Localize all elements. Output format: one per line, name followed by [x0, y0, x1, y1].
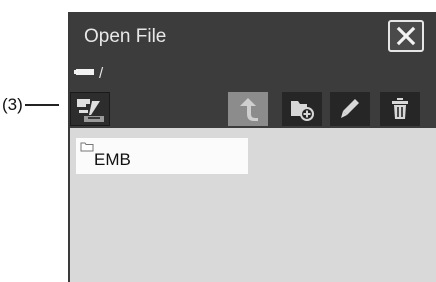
open-file-dialog: Open File / EMB — [68, 12, 436, 282]
callout-label: (3) — [2, 95, 23, 114]
pencil-icon — [341, 99, 359, 118]
path-bar: / — [70, 62, 436, 88]
new-folder-button[interactable] — [282, 92, 322, 126]
folder-item-emb[interactable]: EMB — [76, 138, 248, 174]
up-folder-button[interactable] — [228, 92, 268, 126]
trash-icon — [392, 98, 408, 119]
media-select-button[interactable] — [70, 92, 110, 126]
new-folder-icon — [291, 101, 314, 121]
delete-button[interactable] — [380, 92, 420, 126]
callout-3: (3) — [0, 92, 59, 118]
rename-button[interactable] — [330, 92, 370, 126]
current-path: / — [99, 65, 104, 82]
toolbar — [70, 88, 436, 128]
folder-name: EMB — [94, 150, 131, 169]
dialog-title: Open File — [84, 26, 167, 47]
close-button[interactable] — [388, 20, 424, 52]
close-icon — [396, 26, 416, 46]
folder-icon — [80, 142, 94, 152]
callout-leader-line — [24, 104, 59, 106]
drive-icon — [74, 69, 94, 75]
file-list: EMB — [70, 128, 436, 282]
up-arrow-icon — [240, 98, 258, 121]
media-select-icon — [77, 99, 104, 122]
title-bar: Open File — [70, 12, 436, 62]
